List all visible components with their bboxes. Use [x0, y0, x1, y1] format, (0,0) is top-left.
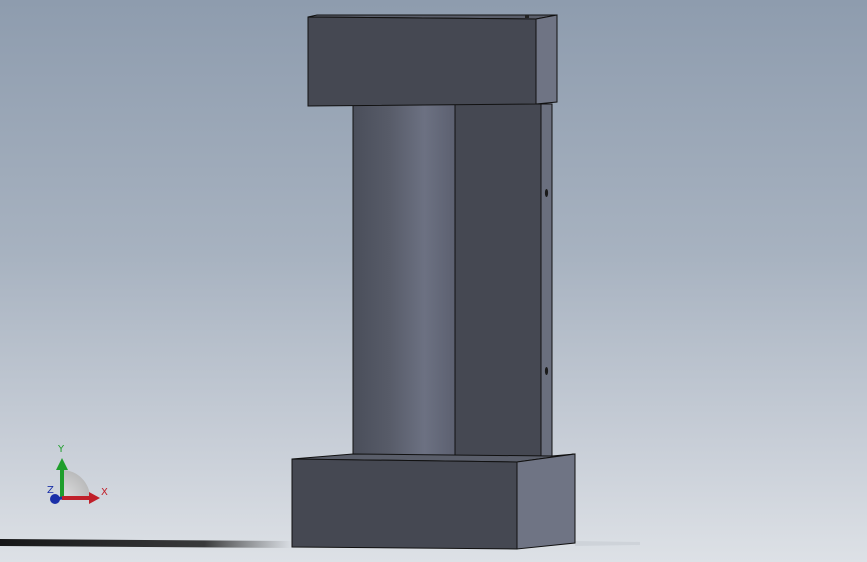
side-plate-front-face: [454, 103, 542, 461]
z-axis-label: Z: [47, 485, 54, 496]
y-axis-label: Y: [58, 444, 65, 455]
triad-xy-arc: [62, 470, 90, 498]
side-hole-upper: [544, 189, 549, 197]
bottom-block[interactable]: [291, 453, 576, 550]
x-axis-arrow-icon: [89, 492, 100, 504]
side-hole-lower: [544, 367, 549, 375]
cylinder-body: [353, 104, 455, 458]
bottom-block-side-face: [516, 453, 576, 550]
side-plate-side-face: [540, 103, 553, 461]
top-block-side-face: [535, 14, 558, 105]
model-view[interactable]: [0, 0, 867, 562]
top-block-marker: [525, 15, 529, 18]
reference-triad[interactable]: [50, 458, 100, 504]
bottom-block-front-face: [291, 458, 518, 550]
y-axis-arrow-icon: [56, 458, 68, 470]
cylinder[interactable]: [352, 104, 456, 460]
ground-shadow: [0, 539, 292, 548]
ground-shadow-right: [575, 541, 640, 546]
x-axis-label: X: [101, 487, 108, 498]
top-block[interactable]: [307, 14, 558, 107]
top-block-front-face: [307, 16, 537, 107]
graphics-viewport[interactable]: Y X Z: [0, 0, 867, 562]
side-plate[interactable]: [454, 103, 553, 461]
